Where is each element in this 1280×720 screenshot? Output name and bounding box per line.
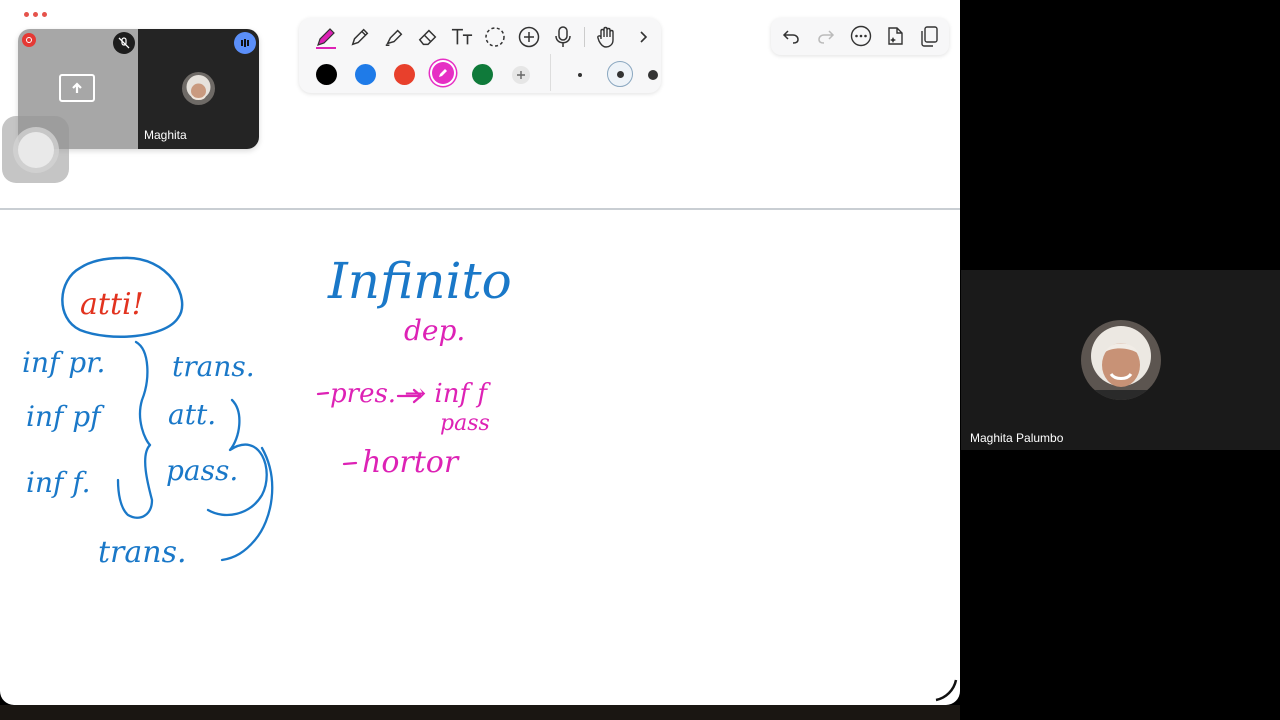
note-dep: dep. <box>404 314 465 347</box>
undo-icon[interactable] <box>779 24 803 48</box>
tool-row <box>299 18 661 56</box>
note-right-1: trans. <box>172 350 255 383</box>
pip-participant-name: Maghita <box>144 128 187 142</box>
text-icon[interactable] <box>449 24 475 50</box>
canvas-actions <box>771 18 949 55</box>
lasso-icon[interactable] <box>482 24 508 50</box>
color-swatch-magenta-selected[interactable] <box>432 62 454 84</box>
note-left-1: inf pr. <box>22 346 105 379</box>
avatar <box>182 72 215 105</box>
audio-level-icon <box>234 32 256 54</box>
note-bottom: trans. <box>98 535 187 570</box>
tool-palette <box>299 18 661 93</box>
stroke-size-large[interactable] <box>645 64 661 85</box>
color-swatch-green[interactable] <box>472 64 493 85</box>
color-swatch-blue[interactable] <box>355 64 376 85</box>
recording-icon <box>22 33 36 47</box>
eraser-icon[interactable] <box>415 24 441 50</box>
color-swatch-red[interactable] <box>394 64 415 85</box>
note-line: pres. → inf f <box>330 379 491 409</box>
stroke-size-medium-selected[interactable] <box>607 61 633 87</box>
note-left-3: inf f. <box>26 466 91 499</box>
pencil-icon[interactable] <box>347 24 373 50</box>
note-atti: atti! <box>80 287 144 322</box>
note-title: Infinito <box>327 252 512 310</box>
participant-video-tile[interactable]: Maghita Palumbo <box>961 270 1280 450</box>
mic-off-icon <box>113 32 135 54</box>
screen-share-icon <box>59 74 95 102</box>
ink-brace-left <box>116 340 154 519</box>
highlighter-icon[interactable] <box>381 24 407 50</box>
hand-icon[interactable] <box>594 24 620 50</box>
avatar <box>1081 320 1161 400</box>
redo-icon[interactable] <box>814 24 838 48</box>
add-icon[interactable] <box>516 24 542 50</box>
resize-grip-icon[interactable] <box>932 676 958 702</box>
duplicate-icon[interactable] <box>917 24 941 48</box>
note-hortor: hortor <box>362 445 460 480</box>
assistive-touch-button[interactable] <box>2 116 69 183</box>
note-right-2: att. <box>168 398 216 431</box>
pip-participant-tile[interactable]: Maghita <box>138 29 259 149</box>
more-icon[interactable] <box>849 24 873 48</box>
device-bottom-edge <box>0 705 960 720</box>
new-page-icon[interactable] <box>883 24 907 48</box>
color-row <box>299 54 661 93</box>
chevron-right-icon[interactable] <box>630 24 656 50</box>
stroke-size-small[interactable] <box>569 64 590 85</box>
color-swatch-black[interactable] <box>316 64 337 85</box>
note-left-2: inf pf <box>26 400 105 433</box>
note-pass: pass <box>440 411 490 436</box>
note-right-3: pass. <box>166 454 238 487</box>
pen-icon[interactable] <box>313 24 339 50</box>
microphone-icon[interactable] <box>550 24 576 50</box>
add-color-icon[interactable] <box>512 66 530 84</box>
participant-name: Maghita Palumbo <box>970 431 1064 445</box>
